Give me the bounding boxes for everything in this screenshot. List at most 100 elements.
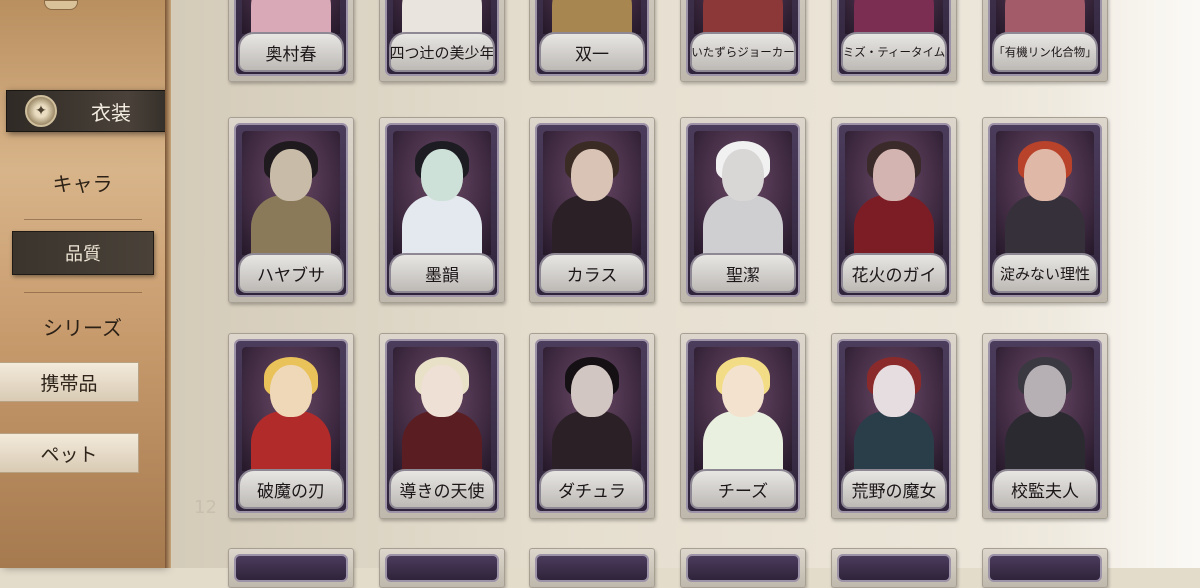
portrait-body bbox=[251, 411, 331, 471]
costume-name: 双一 bbox=[539, 32, 645, 72]
character-portrait bbox=[393, 131, 491, 255]
portrait-face bbox=[571, 149, 613, 201]
costume-name: 破魔の刃 bbox=[238, 469, 344, 509]
costume-card-partial[interactable] bbox=[228, 548, 354, 588]
costume-name: 校監夫人 bbox=[992, 469, 1098, 509]
portrait-face bbox=[270, 149, 312, 201]
costume-card[interactable]: 双一 bbox=[529, 0, 655, 82]
costume-card[interactable]: ダチュラ bbox=[529, 333, 655, 519]
costume-card[interactable]: 奥村春 bbox=[228, 0, 354, 82]
divider bbox=[24, 292, 142, 293]
divider bbox=[24, 219, 142, 220]
portrait-face bbox=[571, 365, 613, 417]
character-portrait bbox=[393, 347, 491, 471]
costume-name: 奥村春 bbox=[238, 32, 344, 72]
category-sidebar: ✦ 衣装 キャラ 品質 シリーズ 携帯品 ペット bbox=[0, 0, 180, 568]
portrait-face bbox=[722, 365, 764, 417]
character-portrait bbox=[543, 0, 641, 34]
portrait-body bbox=[552, 411, 632, 471]
costume-name: 聖潔 bbox=[690, 253, 796, 293]
costume-name: ダチュラ bbox=[539, 469, 645, 509]
costume-name: チーズ bbox=[690, 469, 796, 509]
card-frame bbox=[686, 554, 800, 582]
portrait-face bbox=[722, 149, 764, 201]
portrait-body bbox=[402, 411, 482, 471]
costume-card[interactable]: 墨韻 bbox=[379, 117, 505, 303]
costume-card[interactable]: 聖潔 bbox=[680, 117, 806, 303]
portrait-face bbox=[421, 149, 463, 201]
costume-name: カラス bbox=[539, 253, 645, 293]
costume-card-partial[interactable] bbox=[529, 548, 655, 588]
costume-card[interactable]: 破魔の刃 bbox=[228, 333, 354, 519]
portrait-body bbox=[1005, 411, 1085, 471]
costume-name: 導きの天使 bbox=[389, 469, 495, 509]
costume-name: ミズ・ティータイム bbox=[841, 32, 947, 72]
costume-name: 「有機リン化合物」 bbox=[992, 32, 1098, 72]
character-portrait bbox=[694, 347, 792, 471]
costume-card[interactable]: ミズ・ティータイム bbox=[831, 0, 957, 82]
card-frame bbox=[385, 554, 499, 582]
costume-name: 花火のガイ bbox=[841, 253, 947, 293]
costume-name: 墨韻 bbox=[389, 253, 495, 293]
costume-name: いたずらジョーカー bbox=[690, 32, 796, 72]
portrait-face bbox=[1024, 149, 1066, 201]
logo-tab-icon bbox=[44, 0, 78, 10]
costume-card[interactable]: カラス bbox=[529, 117, 655, 303]
character-portrait bbox=[242, 131, 340, 255]
costume-card[interactable]: 荒野の魔女 bbox=[831, 333, 957, 519]
portrait-face bbox=[873, 149, 915, 201]
costume-name: 荒野の魔女 bbox=[841, 469, 947, 509]
costume-card-partial[interactable] bbox=[831, 548, 957, 588]
character-portrait bbox=[996, 347, 1094, 471]
costume-card[interactable]: ハヤブサ bbox=[228, 117, 354, 303]
portrait-face bbox=[873, 365, 915, 417]
costume-name: 四つ辻の美少年 bbox=[389, 32, 495, 72]
costume-name: 淀みない理性 bbox=[992, 253, 1098, 293]
costume-card[interactable]: 「有機リン化合物」 bbox=[982, 0, 1108, 82]
filter-character[interactable]: キャラ bbox=[0, 168, 165, 197]
portrait-body bbox=[552, 0, 632, 34]
costume-card-partial[interactable] bbox=[379, 548, 505, 588]
costume-card[interactable]: 淀みない理性 bbox=[982, 117, 1108, 303]
character-portrait bbox=[242, 347, 340, 471]
portrait-body bbox=[703, 195, 783, 255]
costume-emblem-icon: ✦ bbox=[25, 95, 57, 127]
portrait-body bbox=[854, 411, 934, 471]
costume-card[interactable]: いたずらジョーカー bbox=[680, 0, 806, 82]
filter-accessory[interactable]: 携帯品 bbox=[0, 362, 139, 402]
character-portrait bbox=[694, 131, 792, 255]
costume-card-partial[interactable] bbox=[680, 548, 806, 588]
character-portrait bbox=[694, 0, 792, 34]
costume-name: ハヤブサ bbox=[238, 253, 344, 293]
costume-card[interactable]: 花火のガイ bbox=[831, 117, 957, 303]
portrait-face bbox=[421, 365, 463, 417]
card-frame bbox=[234, 554, 348, 582]
character-portrait bbox=[996, 131, 1094, 255]
costume-card-partial[interactable] bbox=[982, 548, 1108, 588]
filter-pet[interactable]: ペット bbox=[0, 433, 139, 473]
filter-series[interactable]: シリーズ bbox=[0, 312, 165, 341]
card-frame bbox=[535, 554, 649, 582]
filter-quality[interactable]: 品質 bbox=[12, 231, 154, 275]
portrait-face bbox=[270, 365, 312, 417]
costume-card[interactable]: チーズ bbox=[680, 333, 806, 519]
costume-card[interactable]: 校監夫人 bbox=[982, 333, 1108, 519]
portrait-body bbox=[251, 0, 331, 34]
portrait-face bbox=[1024, 365, 1066, 417]
portrait-body bbox=[854, 0, 934, 34]
portrait-body bbox=[1005, 195, 1085, 255]
character-portrait bbox=[543, 131, 641, 255]
portrait-body bbox=[1005, 0, 1085, 34]
character-portrait bbox=[845, 0, 943, 34]
portrait-body bbox=[854, 195, 934, 255]
card-frame bbox=[837, 554, 951, 582]
costume-tab-label: 衣装 bbox=[91, 100, 131, 125]
costume-card[interactable]: 四つ辻の美少年 bbox=[379, 0, 505, 82]
portrait-body bbox=[402, 195, 482, 255]
card-frame bbox=[988, 554, 1102, 582]
character-portrait bbox=[543, 347, 641, 471]
costume-tab[interactable]: ✦ 衣装 bbox=[6, 90, 180, 132]
costume-card[interactable]: 導きの天使 bbox=[379, 333, 505, 519]
page-row-number: 12 bbox=[194, 497, 217, 518]
portrait-body bbox=[552, 195, 632, 255]
